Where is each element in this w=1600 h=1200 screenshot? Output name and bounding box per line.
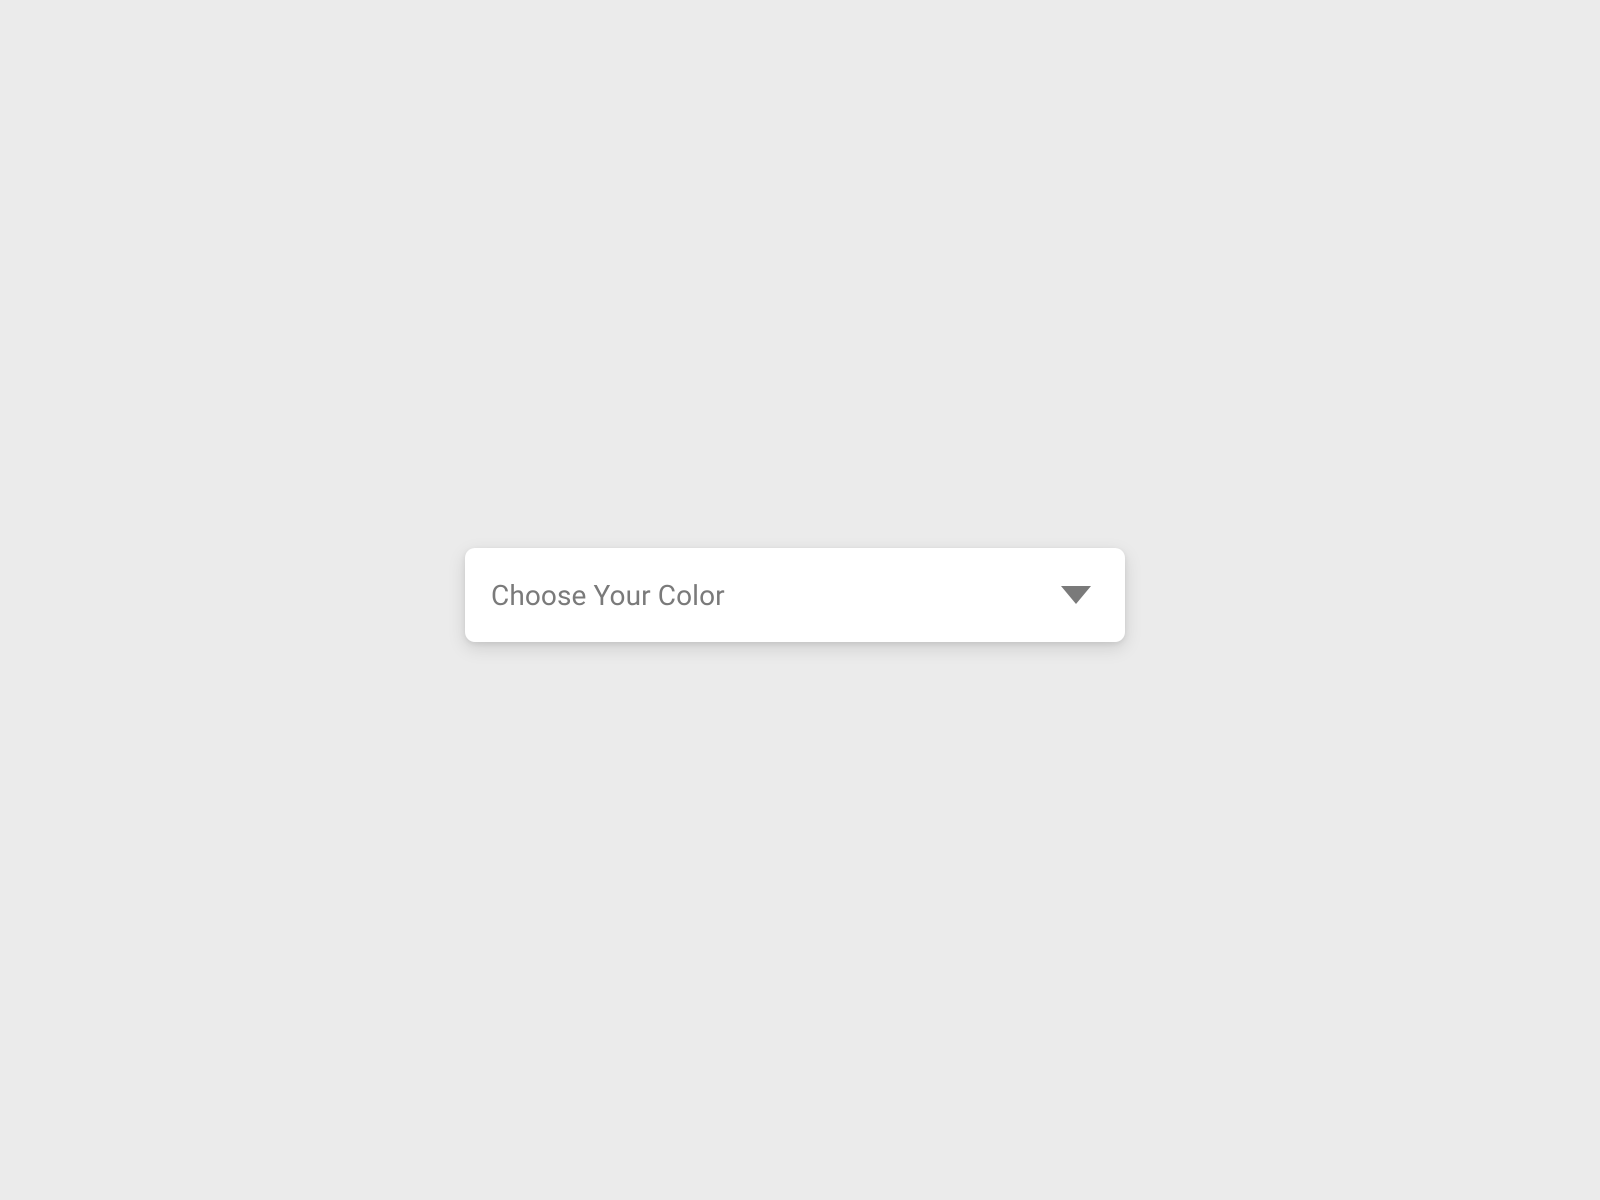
caret-down-icon: [1061, 586, 1091, 604]
color-select[interactable]: Choose Your Color: [465, 548, 1125, 642]
color-select-placeholder: Choose Your Color: [491, 579, 725, 612]
